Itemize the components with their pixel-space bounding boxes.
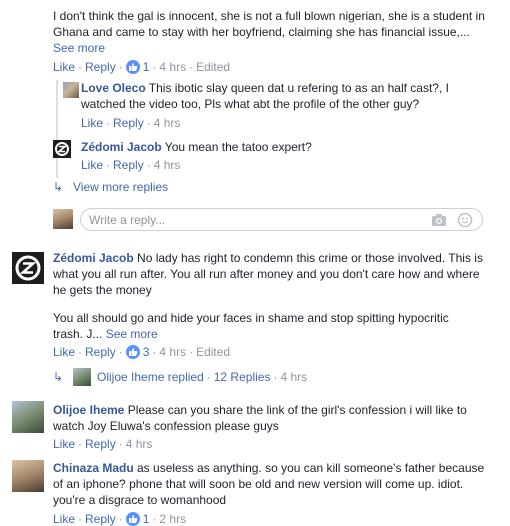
comment-1-body: I don't think the gal is innocent, she i… — [53, 8, 493, 56]
comment-4-body: Chinaza Madu as useless as anything. so … — [53, 460, 493, 508]
reply-1-time[interactable]: 4 hrs — [154, 116, 181, 130]
comment-1-edited[interactable]: Edited — [196, 60, 230, 74]
comment-1-like-link[interactable]: Like — [53, 60, 75, 74]
avatar-olijoe-iheme[interactable] — [12, 401, 44, 433]
comment-3-actions: Like · Reply · 4 hrs — [53, 437, 153, 451]
comment-2-actions: Like · Reply · 3 · 4 hrs · Edited — [53, 345, 231, 359]
reply-2-body: Zédomi Jacob You mean the tatoo expert? — [81, 139, 481, 155]
avatar-zedomi-jacob[interactable] — [12, 252, 44, 284]
replies-time: 4 hrs — [280, 370, 308, 384]
view-more-replies-label[interactable]: View more replies — [73, 180, 168, 194]
thumbs-up-icon — [125, 60, 140, 74]
comment-2-author[interactable]: Zédomi Jacob — [53, 251, 134, 265]
comment-4-time[interactable]: 2 hrs — [159, 512, 186, 526]
comment-2-body-2: You all should go and hide your faces in… — [53, 310, 473, 342]
current-user-avatar — [53, 209, 73, 229]
reply-2-actions: Like · Reply · 4 hrs — [81, 158, 181, 172]
reply-2-time[interactable]: 4 hrs — [154, 158, 181, 172]
comment-1-text: I don't think the gal is innocent, she i… — [53, 9, 485, 39]
avatar-chinaza-madu[interactable] — [12, 460, 44, 492]
comment-2-reply-link[interactable]: Reply — [85, 345, 116, 359]
comment-1-actions: Like · Reply · 1 · 4 hrs · Edited — [53, 60, 231, 74]
reply-arrow-icon: ↳ — [53, 180, 64, 194]
reply-1-author[interactable]: Love Oleco — [81, 81, 146, 95]
comment-1-reply-link[interactable]: Reply — [85, 60, 116, 74]
write-reply-box[interactable] — [80, 208, 483, 231]
comment-2-replies-summary[interactable]: ↳ Olijoe Iheme replied · 12 Replies · 4 hrs — [53, 368, 307, 386]
comment-4-like-link[interactable]: Like — [53, 512, 75, 526]
comment-2-time[interactable]: 4 hrs — [159, 345, 186, 359]
zedomi-logo-icon — [15, 255, 41, 281]
camera-icon[interactable] — [431, 213, 447, 230]
view-more-replies[interactable]: ↳ View more replies — [53, 179, 168, 195]
reply-2-reply-link[interactable]: Reply — [113, 158, 144, 172]
reply-1-actions: Like · Reply · 4 hrs — [81, 116, 181, 130]
comment-4-reply-link[interactable]: Reply — [85, 512, 116, 526]
comment-3-time[interactable]: 4 hrs — [126, 437, 153, 451]
reply-1-like-link[interactable]: Like — [81, 116, 103, 130]
comment-3-author[interactable]: Olijoe Iheme — [53, 403, 124, 417]
comment-1-time[interactable]: 4 hrs — [159, 60, 186, 74]
comment-4-author[interactable]: Chinaza Madu — [53, 461, 134, 475]
emoji-icon[interactable] — [457, 212, 473, 231]
reply-2-text: You mean the tatoo expert? — [161, 140, 312, 154]
thumbs-up-icon — [125, 512, 140, 526]
replied-label: replied — [167, 370, 204, 384]
reply-1-body: Love Oleco This ibotic slay queen dat u … — [81, 80, 481, 112]
replies-count[interactable]: 12 Replies — [214, 370, 271, 384]
comment-3-body: Olijoe Iheme Please can you share the li… — [53, 402, 493, 434]
reply-thread-line — [56, 80, 58, 178]
avatar-zedomi-jacob-small[interactable] — [53, 140, 71, 158]
avatar-love-oleco[interactable] — [63, 82, 79, 98]
comment-2-like-link[interactable]: Like — [53, 345, 75, 359]
thumbs-up-icon — [125, 345, 140, 359]
replied-author[interactable]: Olijoe Iheme — [97, 370, 164, 384]
reply-arrow-icon: ↳ — [53, 370, 64, 384]
write-reply-input[interactable] — [89, 212, 419, 228]
reply-2-like-link[interactable]: Like — [81, 158, 103, 172]
reply-2-author[interactable]: Zédomi Jacob — [81, 140, 162, 154]
avatar-olijoe-iheme-small — [73, 368, 91, 386]
comment-3-reply-link[interactable]: Reply — [85, 437, 116, 451]
comment-2-edited[interactable]: Edited — [196, 345, 230, 359]
zedomi-logo-icon — [55, 142, 69, 156]
comment-2-see-more[interactable]: See more — [106, 327, 158, 341]
comment-2-body: Zédomi Jacob No lady has right to condem… — [53, 250, 493, 298]
comment-3-like-link[interactable]: Like — [53, 437, 75, 451]
comment-1-see-more[interactable]: See more — [53, 41, 105, 55]
comment-4-actions: Like · Reply · 1 · 2 hrs — [53, 512, 187, 526]
reply-1-reply-link[interactable]: Reply — [113, 116, 144, 130]
